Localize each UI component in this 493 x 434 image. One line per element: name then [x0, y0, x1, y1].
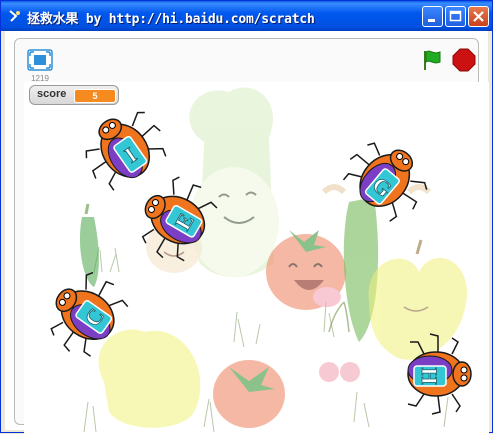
app-icon: [9, 10, 20, 22]
close-button[interactable]: [468, 6, 489, 27]
stop-icon[interactable]: [452, 48, 476, 72]
close-icon: [473, 11, 484, 22]
score-value: 5: [74, 89, 116, 103]
bug-sprite-h[interactable]: H: [396, 332, 480, 416]
window-title: 拯救水果 by http://hi.baidu.com/scratch: [27, 12, 315, 27]
green-flag-icon[interactable]: [420, 48, 444, 72]
title-bar[interactable]: 拯救水果 by http://hi.baidu.com/scratch: [1, 1, 492, 31]
maximize-button[interactable]: [445, 6, 466, 27]
minimize-icon: [428, 19, 435, 22]
minimize-button[interactable]: [422, 6, 443, 27]
bug-letter: H: [417, 367, 442, 384]
player-panel: 1219 score 5 I G E C H: [14, 38, 489, 434]
game-stage[interactable]: score 5 I G E C H: [24, 82, 489, 434]
window-client-area: 1219 score 5 I G E C H: [5, 31, 489, 434]
fullscreen-icon[interactable]: [27, 49, 53, 71]
score-monitor: score 5: [29, 85, 119, 105]
app-window: 拯救水果 by http://hi.baidu.com/scratch 1219: [0, 0, 493, 434]
score-label: score: [37, 88, 67, 100]
maximize-icon: [449, 10, 462, 22]
